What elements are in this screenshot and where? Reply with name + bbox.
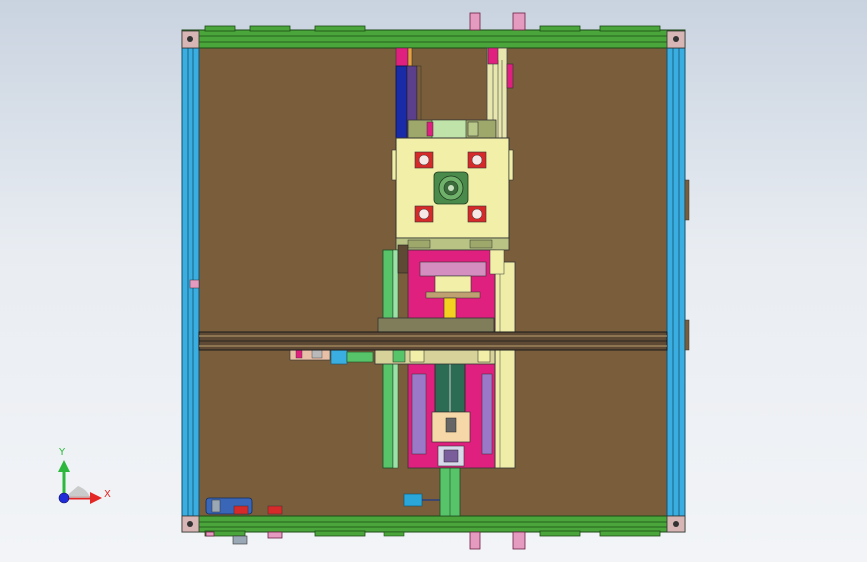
x-axis-label: X: [104, 489, 111, 500]
z-axis-dot: [58, 492, 70, 504]
motor-flange: [433, 171, 469, 205]
bottom-rail: [181, 515, 686, 533]
top-rail: [181, 29, 686, 49]
z-right-rail: [494, 261, 516, 469]
y-axis-label: Y: [58, 447, 66, 458]
right-column: [666, 47, 686, 517]
main-carriage[interactable]: [391, 137, 514, 251]
left-guide-rail: [395, 65, 408, 139]
coordinate-triad: Y X: [58, 447, 111, 504]
cad-viewport[interactable]: Y X: [0, 0, 867, 562]
gantry-beam[interactable]: [198, 331, 668, 351]
